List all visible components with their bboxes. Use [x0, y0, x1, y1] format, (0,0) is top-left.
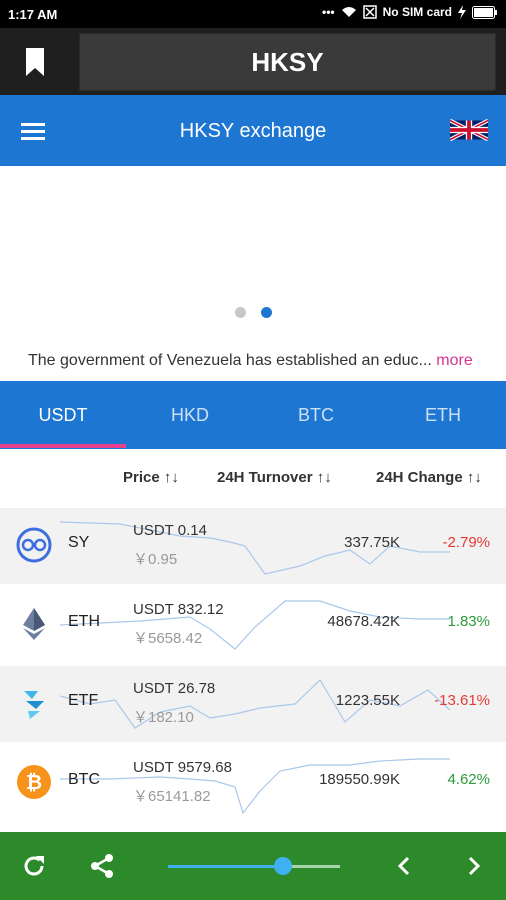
exchange-title: HKSY exchange [179, 120, 327, 142]
carousel-dot-active[interactable] [261, 307, 272, 318]
turnover-sort-header[interactable]: 24H Turnover ↑↓ [217, 469, 332, 486]
app-bar: HKSY exchange [0, 95, 506, 166]
row-turnover: 48678.42K [327, 613, 400, 630]
row-cny-price: ￥65141.82 [133, 788, 211, 805]
no-sim-icon [362, 5, 377, 19]
uk-flag-icon[interactable] [450, 119, 488, 141]
news-text: The government of Venezuela has establis… [28, 352, 432, 369]
price-sort-header[interactable]: Price ↑↓ [123, 469, 179, 486]
bookmark-button[interactable] [0, 28, 70, 95]
tab-indicator [0, 444, 126, 448]
tab-hkd[interactable]: HKD [127, 381, 253, 449]
btc-coin-icon: ₿ [17, 765, 51, 799]
battery-icon [472, 5, 497, 19]
table-row[interactable]: ₿ BTC USDT 9579.68 ￥65141.82 189550.99K … [0, 745, 506, 821]
banner-carousel[interactable] [0, 166, 506, 346]
tab-eth[interactable]: ETH [380, 381, 506, 449]
change-sort-header[interactable]: 24H Change ↑↓ [376, 469, 482, 486]
row-turnover: 1223.55K [335, 692, 400, 709]
news-more-link[interactable]: more [436, 352, 472, 369]
row-price: USDT 0.14 [133, 522, 207, 539]
row-change: 1.83% [447, 613, 490, 630]
table-row[interactable]: SY USDT 0.14 ￥0.95 337.75K -2.79% [0, 508, 506, 584]
news-ticker[interactable]: The government of Venezuela has establis… [28, 352, 493, 370]
app-title-box: HKSY [79, 33, 496, 91]
row-symbol: SY [68, 534, 90, 551]
top-bar: HKSY [0, 28, 506, 95]
row-symbol: ETF [68, 692, 99, 709]
table-row[interactable]: ETF USDT 26.78 ￥182.10 1223.55K -13.61% [0, 666, 506, 742]
share-icon[interactable] [88, 852, 116, 880]
row-change: -13.61% [434, 692, 490, 709]
svg-text:₿: ₿ [26, 772, 42, 794]
sy-coin-icon [16, 527, 52, 563]
row-price: USDT 26.78 [133, 680, 216, 697]
row-symbol: ETH [68, 613, 100, 630]
chevron-right-icon[interactable] [460, 852, 488, 880]
table-row[interactable]: ETH USDT 832.12 ￥5658.42 48678.42K 1.83% [0, 587, 506, 663]
row-price: USDT 9579.68 [133, 759, 232, 776]
carrier-label: No SIM card [382, 5, 452, 19]
charging-icon [458, 5, 466, 19]
row-change: 4.62% [447, 771, 490, 788]
row-turnover: 337.75K [344, 534, 400, 551]
chevron-left-icon[interactable] [390, 852, 418, 880]
tab-usdt[interactable]: USDT [0, 381, 126, 449]
row-turnover: 189550.99K [319, 771, 400, 788]
row-cny-price: ￥5658.42 [133, 630, 203, 647]
row-symbol: BTC [68, 771, 100, 788]
status-time: 1:17 AM [8, 7, 58, 22]
zoom-slider-knob[interactable] [274, 857, 292, 875]
eth-coin-icon [23, 608, 45, 640]
market-tabs: USDT HKD BTC ETH [0, 381, 506, 449]
status-icons: ••• No SIM card [322, 5, 498, 19]
status-bar: 1:17 AM ••• No SIM card [0, 0, 506, 28]
zoom-slider-fill [168, 865, 283, 868]
row-cny-price: ￥182.10 [133, 709, 194, 726]
row-change: -2.79% [442, 534, 490, 551]
row-price: USDT 832.12 [133, 601, 224, 618]
tab-btc[interactable]: BTC [253, 381, 379, 449]
row-cny-price: ￥0.95 [133, 551, 178, 568]
refresh-icon[interactable] [20, 852, 48, 880]
etf-coin-icon [24, 691, 44, 719]
more-dots-icon: ••• [322, 5, 335, 19]
wifi-icon [341, 7, 356, 17]
bookmark-icon [26, 47, 44, 76]
carousel-dot[interactable] [235, 307, 246, 318]
